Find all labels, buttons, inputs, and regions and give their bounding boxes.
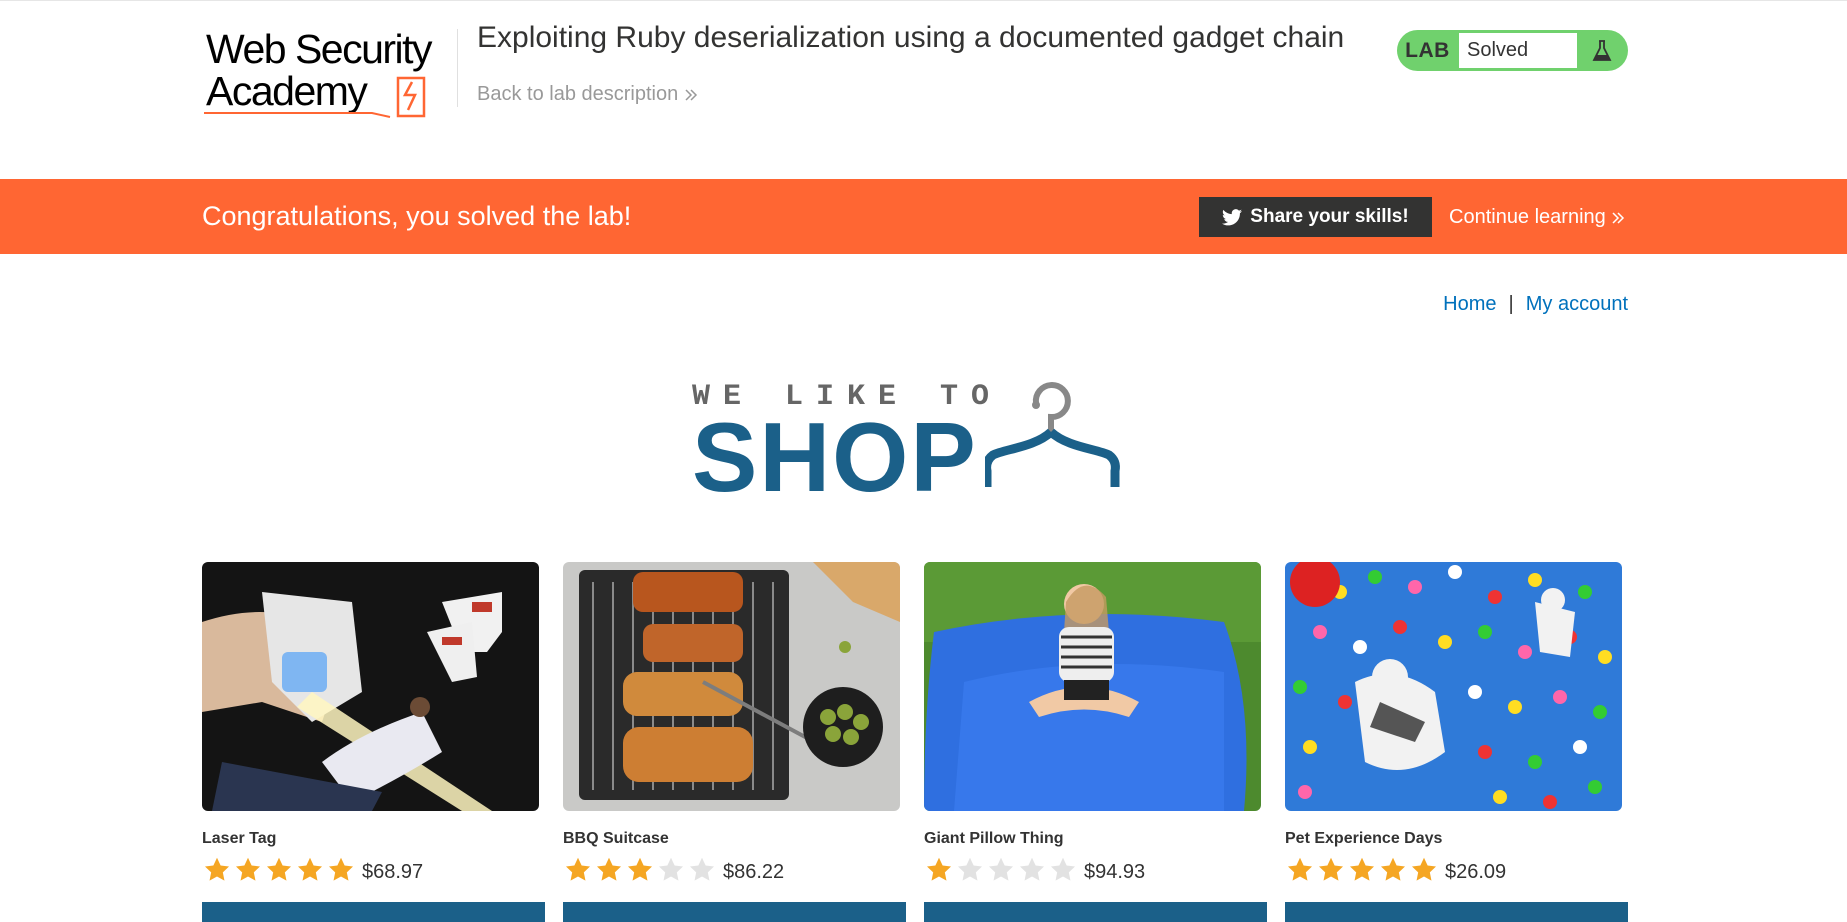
shop-title: SHOP [692,402,978,512]
star-empty-icon [1019,857,1045,881]
product-image[interactable] [202,562,539,811]
star-empty-icon [957,857,983,881]
product-image[interactable] [1285,562,1622,811]
product-name: Pet Experience Days [1285,830,1443,847]
product-card: BBQ Suitcase $86.22 [563,562,906,922]
star-filled-icon [1318,857,1344,881]
star-filled-icon [596,857,622,881]
twitter-icon [1222,208,1243,225]
product-price: $68.97 [362,861,424,883]
product-name: Laser Tag [202,830,277,847]
star-empty-icon [988,857,1014,881]
nav-separator: | [1508,293,1514,315]
continue-learning-link[interactable]: Continue learning [1449,206,1625,229]
header-divider [457,29,458,107]
solved-banner: Congratulations, you solved the lab! Sha… [0,179,1847,254]
my-account-link[interactable]: My account [1526,293,1628,316]
product-rating: $68.97 [202,855,423,884]
back-link-label: Back to lab description [477,83,679,105]
share-skills-button[interactable]: Share your skills! [1199,197,1432,237]
view-details-button[interactable] [202,902,545,922]
web-security-academy-logo[interactable]: Web Security Academy [202,25,455,121]
star-filled-icon [328,857,354,881]
star-filled-icon [1380,857,1406,881]
lab-status-text: Solved [1458,32,1578,69]
star-filled-icon [297,857,323,881]
product-name: BBQ Suitcase [563,830,669,847]
star-filled-icon [926,857,952,881]
logo-line1: Web Security [206,26,433,72]
back-to-lab-description-link[interactable]: Back to lab description [477,83,698,106]
product-rating: $86.22 [563,855,784,884]
product-price: $26.09 [1445,861,1507,883]
continue-learning-label: Continue learning [1449,206,1606,228]
product-card: Laser Tag $68.97 [202,562,545,922]
product-card: Pet Experience Days $26.09 [1285,562,1628,922]
product-name: Giant Pillow Thing [924,830,1064,847]
star-filled-icon [1349,857,1375,881]
star-empty-icon [1050,857,1076,881]
product-price: $86.22 [723,861,785,883]
double-chevron-right-icon [1612,211,1624,224]
star-empty-icon [689,857,715,881]
view-details-button[interactable] [924,902,1267,922]
product-price: $94.93 [1084,861,1146,883]
product-rating: $26.09 [1285,855,1506,884]
product-image[interactable] [563,562,900,811]
home-link[interactable]: Home [1443,293,1496,316]
star-filled-icon [565,857,591,881]
view-details-button[interactable] [1285,902,1628,922]
double-chevron-right-icon [685,88,698,101]
flask-icon [1578,39,1626,63]
lab-badge: LAB [1405,38,1450,62]
logo-line2: Academy [206,68,368,114]
lab-status-widget: LAB Solved [1397,30,1628,71]
shop-logo: WE LIKE TO SHOP [692,380,1136,506]
star-filled-icon [266,857,292,881]
lab-header: Web Security Academy Exploiting Ruby des… [0,0,1847,179]
star-filled-icon [627,857,653,881]
star-filled-icon [1411,857,1437,881]
star-filled-icon [204,857,230,881]
product-card: Giant Pillow Thing $94.93 [924,562,1267,922]
star-empty-icon [658,857,684,881]
top-nav: Home | My account [1443,293,1628,316]
lab-title: Exploiting Ruby deserialization using a … [477,21,1345,54]
congratulations-message: Congratulations, you solved the lab! [202,201,632,231]
clothes-hanger-icon [985,382,1120,487]
star-filled-icon [235,857,261,881]
product-image[interactable] [924,562,1261,811]
share-skills-label: Share your skills! [1250,206,1409,227]
star-filled-icon [1287,857,1313,881]
view-details-button[interactable] [563,902,906,922]
product-rating: $94.93 [924,855,1145,884]
